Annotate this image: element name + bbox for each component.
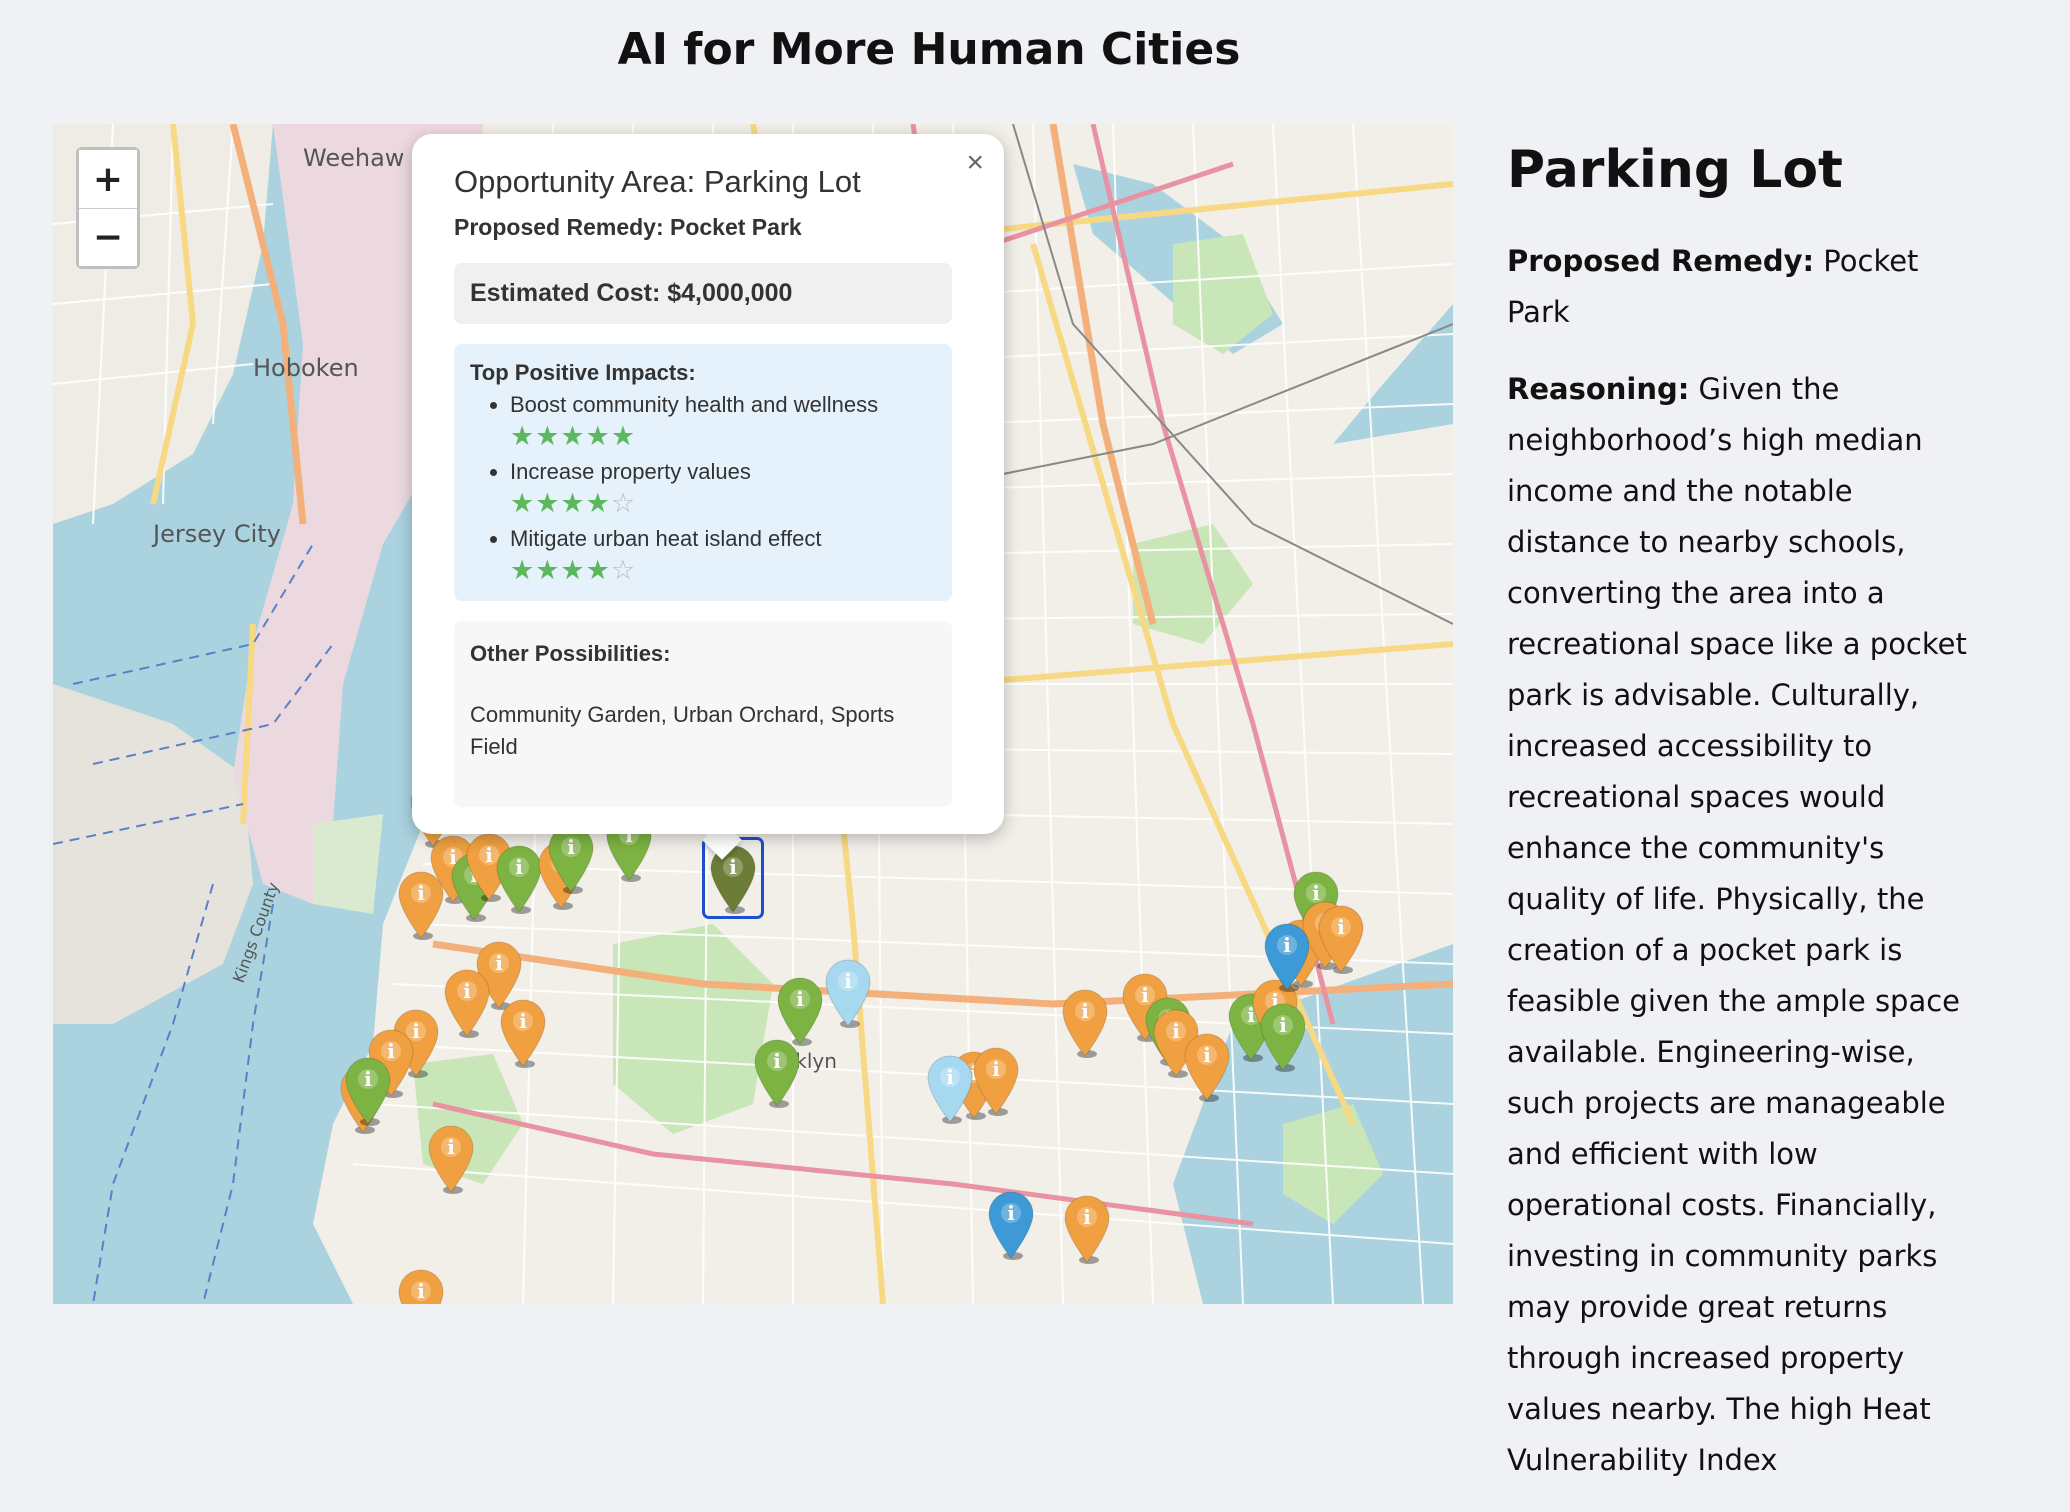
star-rating: ★★★★☆ xyxy=(510,488,637,518)
svg-text:i: i xyxy=(1283,933,1291,957)
map-marker[interactable]: i xyxy=(495,994,551,1070)
info-popup: × Opportunity Area: Parking Lot Proposed… xyxy=(412,134,1004,834)
impacts-header: Top Positive Impacts: xyxy=(470,360,696,385)
svg-text:i: i xyxy=(773,1049,781,1073)
popup-title: Opportunity Area: Parking Lot xyxy=(454,164,861,199)
svg-text:i: i xyxy=(1203,1043,1211,1067)
map-marker[interactable]: i xyxy=(340,1052,396,1128)
reasoning-label: Reasoning: xyxy=(1507,372,1690,406)
map-marker[interactable]: i xyxy=(439,964,495,1040)
map[interactable]: Hoboken Jersey City Weehaw Kings County … xyxy=(53,124,1453,1304)
info-icon: i xyxy=(825,959,871,1028)
svg-text:i: i xyxy=(1081,999,1089,1023)
info-icon: i xyxy=(345,1057,391,1126)
star-rating: ★★★★☆ xyxy=(510,555,637,585)
map-marker[interactable]: i xyxy=(393,1264,449,1304)
page-title: AI for More Human Cities xyxy=(617,24,1241,75)
info-icon: i xyxy=(1318,905,1364,974)
map-marker[interactable]: i xyxy=(1259,918,1315,994)
remedy-label: Proposed Remedy: xyxy=(1507,244,1815,278)
zoom-control: + − xyxy=(76,147,140,269)
map-marker[interactable]: i xyxy=(820,954,876,1030)
svg-text:i: i xyxy=(364,1067,372,1091)
map-marker[interactable]: i xyxy=(1059,1190,1115,1266)
svg-text:i: i xyxy=(447,1135,455,1159)
others-header: Other Possibilities: xyxy=(470,641,671,666)
info-icon: i xyxy=(428,1125,474,1194)
svg-text:i: i xyxy=(729,855,737,879)
detail-title: Parking Lot xyxy=(1507,140,1843,200)
star-rating: ★★★★★ xyxy=(510,421,637,451)
info-icon: i xyxy=(444,969,490,1038)
svg-text:i: i xyxy=(463,979,471,1003)
map-label-weehawken: Weehaw xyxy=(303,144,404,172)
detail-panel: Parking Lot Proposed Remedy: Pocket Park… xyxy=(1507,140,1967,1512)
svg-text:i: i xyxy=(796,987,804,1011)
info-icon: i xyxy=(927,1055,973,1124)
impact-label: Boost community health and wellness xyxy=(510,392,879,417)
zoom-out-button[interactable]: − xyxy=(79,208,137,266)
popup-close-button[interactable]: × xyxy=(958,142,992,184)
map-marker[interactable]: i xyxy=(1057,984,1113,1060)
svg-text:i: i xyxy=(417,1279,425,1303)
svg-text:i: i xyxy=(844,969,852,993)
popup-impacts: Top Positive Impacts: Boost community he… xyxy=(454,344,952,601)
svg-text:i: i xyxy=(495,951,503,975)
info-icon: i xyxy=(1062,989,1108,1058)
info-icon: i xyxy=(988,1191,1034,1260)
svg-text:i: i xyxy=(417,881,425,905)
zoom-in-button[interactable]: + xyxy=(79,150,137,208)
info-icon: i xyxy=(754,1039,800,1108)
map-marker[interactable]: i xyxy=(1313,900,1369,976)
popup-other-possibilities: Other Possibilities: Community Garden, U… xyxy=(454,621,952,807)
impact-label: Mitigate urban heat island effect xyxy=(510,526,822,551)
popup-remedy: Proposed Remedy: Pocket Park xyxy=(454,214,802,240)
info-icon: i xyxy=(398,871,444,940)
info-icon: i xyxy=(500,999,546,1068)
impact-item: Mitigate urban heat island effect ★★★★☆ xyxy=(510,524,936,587)
popup-cost: Estimated Cost: $4,000,000 xyxy=(454,263,952,324)
svg-text:i: i xyxy=(1279,1013,1287,1037)
detail-remedy: Proposed Remedy: Pocket Park xyxy=(1507,236,1967,338)
svg-text:i: i xyxy=(1083,1205,1091,1229)
info-icon: i xyxy=(1064,1195,1110,1264)
impact-label: Increase property values xyxy=(510,459,751,484)
map-marker[interactable]: i xyxy=(423,1120,479,1196)
svg-text:i: i xyxy=(1337,915,1345,939)
others-text: Community Garden, Urban Orchard, Sports … xyxy=(470,702,895,759)
impact-item: Boost community health and wellness ★★★★… xyxy=(510,390,936,453)
map-marker[interactable]: i xyxy=(393,866,449,942)
map-marker[interactable]: i xyxy=(983,1186,1039,1262)
detail-reasoning: Reasoning: Given the neighborhood’s high… xyxy=(1507,364,1967,1486)
reasoning-text: Given the neighborhood’s high median inc… xyxy=(1507,372,1967,1477)
svg-text:i: i xyxy=(515,855,523,879)
info-icon: i xyxy=(1264,923,1310,992)
svg-text:i: i xyxy=(992,1057,1000,1081)
svg-text:i: i xyxy=(946,1065,954,1089)
map-marker[interactable]: i xyxy=(1255,998,1311,1074)
info-icon: i xyxy=(1260,1003,1306,1072)
map-marker[interactable]: i xyxy=(922,1050,978,1126)
info-icon: i xyxy=(398,1269,444,1304)
svg-text:i: i xyxy=(519,1009,527,1033)
svg-text:i: i xyxy=(1007,1201,1015,1225)
svg-text:i: i xyxy=(567,835,575,859)
map-label-hoboken: Hoboken xyxy=(253,354,359,382)
map-marker[interactable]: i xyxy=(749,1034,805,1110)
impact-item: Increase property values ★★★★☆ xyxy=(510,457,936,520)
map-label-jersey-city: Jersey City xyxy=(151,520,281,548)
